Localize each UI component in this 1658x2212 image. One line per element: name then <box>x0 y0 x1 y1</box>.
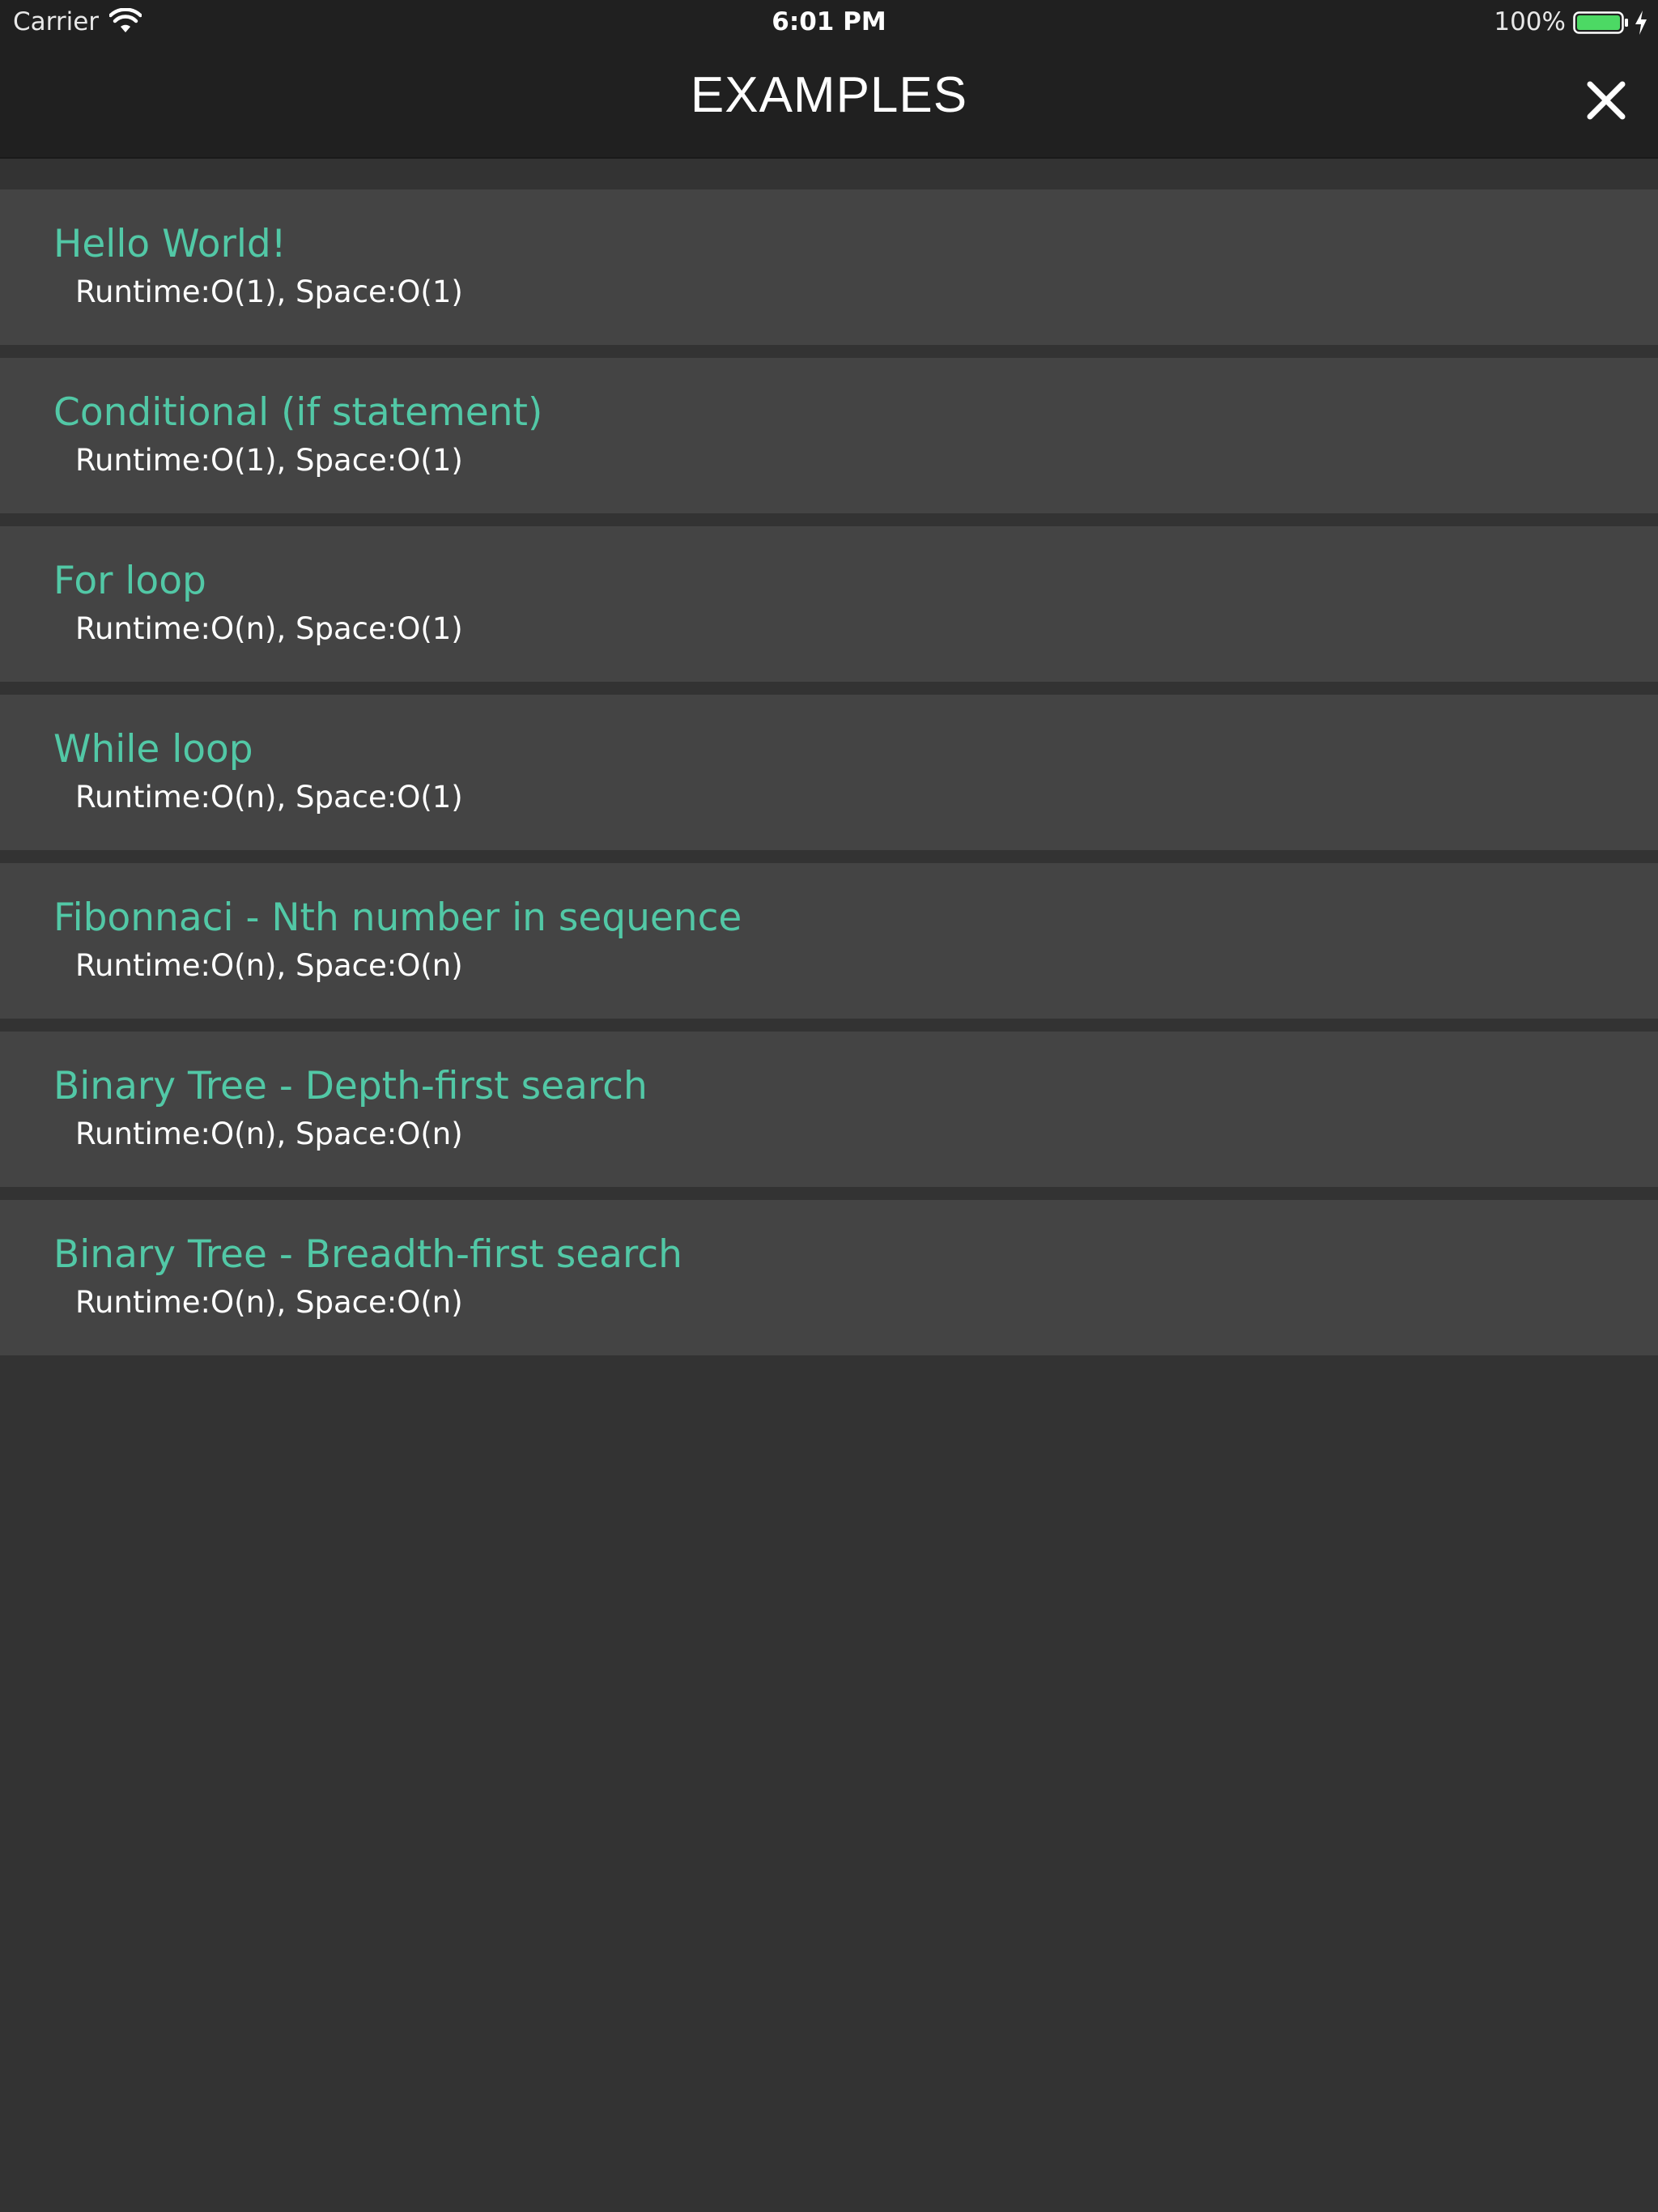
example-title: Hello World! <box>53 222 287 266</box>
example-row-fibonacci[interactable]: Fibonnaci - Nth number in sequence Runti… <box>0 863 1658 1019</box>
page-title: EXAMPLES <box>690 67 968 123</box>
close-button[interactable] <box>1577 71 1635 130</box>
status-bar: Carrier 6:01 PM 100% <box>0 0 1658 44</box>
examples-list: Hello World! Runtime:O(1), Space:O(1) Co… <box>0 189 1658 1368</box>
example-title: While loop <box>53 727 253 772</box>
close-icon[interactable] <box>1586 80 1626 121</box>
example-row-binary-tree-bfs[interactable]: Binary Tree - Breadth-first search Runti… <box>0 1200 1658 1355</box>
battery-icon <box>1573 11 1628 34</box>
example-complexity: Runtime:O(n), Space:O(n) <box>75 948 463 983</box>
navigation-bar: EXAMPLES <box>0 44 1658 159</box>
battery-percent: 100% <box>1494 7 1566 36</box>
charging-bolt-icon <box>1635 11 1647 35</box>
example-title: Binary Tree - Breadth-first search <box>53 1232 682 1277</box>
example-title: Fibonnaci - Nth number in sequence <box>53 895 742 940</box>
battery-fill <box>1577 15 1620 30</box>
example-row-binary-tree-dfs[interactable]: Binary Tree - Depth-first search Runtime… <box>0 1032 1658 1187</box>
example-complexity: Runtime:O(1), Space:O(1) <box>75 274 463 309</box>
example-complexity: Runtime:O(n), Space:O(1) <box>75 611 463 646</box>
example-title: Conditional (if statement) <box>53 390 543 435</box>
example-complexity: Runtime:O(n), Space:O(n) <box>75 1117 463 1151</box>
example-row-hello-world[interactable]: Hello World! Runtime:O(1), Space:O(1) <box>0 189 1658 345</box>
example-row-for-loop[interactable]: For loop Runtime:O(n), Space:O(1) <box>0 526 1658 682</box>
example-row-while-loop[interactable]: While loop Runtime:O(n), Space:O(1) <box>0 695 1658 850</box>
example-complexity: Runtime:O(n), Space:O(1) <box>75 780 463 815</box>
example-complexity: Runtime:O(1), Space:O(1) <box>75 443 463 478</box>
example-complexity: Runtime:O(n), Space:O(n) <box>75 1285 463 1320</box>
example-row-conditional[interactable]: Conditional (if statement) Runtime:O(1),… <box>0 358 1658 513</box>
example-title: Binary Tree - Depth-first search <box>53 1064 648 1108</box>
example-title: For loop <box>53 559 206 603</box>
status-time: 6:01 PM <box>772 7 886 36</box>
